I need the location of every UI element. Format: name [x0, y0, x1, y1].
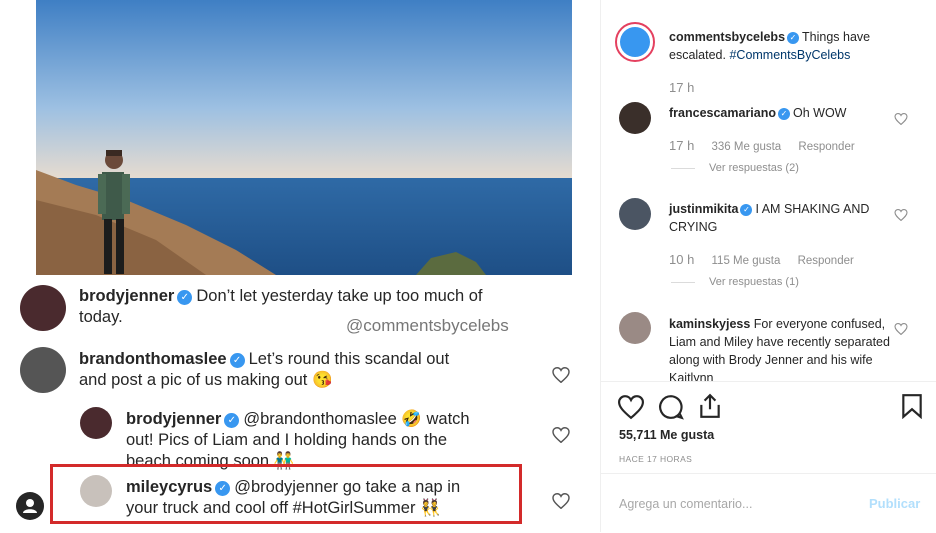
watermark: @commentsbycelebs [346, 316, 509, 335]
avatar[interactable] [619, 102, 651, 134]
reply-button[interactable]: Responder [798, 255, 854, 267]
comment: kaminskyjess For everyone confused, Liam… [669, 315, 891, 381]
avatar[interactable] [619, 198, 651, 230]
comments-list[interactable]: commentsbycelebs ✓ Things have escalated. … [601, 0, 936, 381]
comment-meta: 17 h 336 Me gusta Responder [669, 138, 869, 153]
comment-username: brandonthomaslee [79, 350, 227, 368]
comment-username[interactable]: francescamariano [669, 106, 776, 120]
highlight-box [50, 464, 522, 524]
verified-icon: ✓ [224, 413, 240, 428]
caption-username[interactable]: commentsbycelebs [669, 30, 785, 44]
caption-meta: 17 h [669, 80, 708, 95]
post-media: brodyjenner ✓ Don’t let yesterday take up … [0, 0, 600, 532]
verified-icon: ✓ [229, 353, 245, 368]
post-actions: 55,711 Me gusta HACE 17 HORAS [601, 381, 936, 470]
post-time-ago[interactable]: HACE 17 HORAS [619, 454, 692, 464]
comment-text: out! Pics of Liam and I holding hands on… [126, 431, 448, 449]
comment-input[interactable]: Agrega un comentario... [619, 497, 752, 511]
likes-count[interactable]: 55,711 Me gusta [619, 428, 714, 442]
comment-text: and post a pic of us making out 😘 [79, 371, 333, 389]
comment-likes[interactable]: 115 Me gusta [712, 255, 781, 267]
comment-time: 10 h [669, 252, 695, 267]
view-replies-button[interactable]: Ver respuestas (2) [709, 162, 799, 174]
caption-hashtag[interactable]: #CommentsByCelebs [729, 48, 850, 62]
comment-likes[interactable]: 336 Me gusta [712, 141, 782, 153]
comment-time: 17 h [669, 138, 695, 153]
view-replies-button[interactable]: Ver respuestas (1) [709, 276, 799, 288]
comment-text: today. [79, 308, 123, 326]
post-sidebar: commentsbycelebs ✓ Things have escalated. … [600, 0, 936, 532]
post-caption: commentsbycelebs ✓ Things have escalated. … [669, 28, 891, 64]
heart-icon[interactable] [894, 113, 908, 125]
verified-icon: ✓ [787, 32, 800, 44]
heart-icon[interactable] [894, 209, 908, 221]
comment-username: brodyjenner [79, 287, 175, 305]
heart-icon[interactable] [894, 323, 908, 335]
comment: justinmikita ✓ I AM SHAKING AND CRYING [669, 200, 891, 236]
comment: francescamariano ✓ Oh WOW [669, 104, 891, 122]
comment-text: Oh WOW [793, 106, 847, 120]
add-comment-bar: Agrega un comentario... Publicar [601, 473, 936, 533]
comment-text: Let’s round this scandal out [248, 350, 450, 368]
like-heart-icon[interactable] [618, 394, 644, 420]
comment-username[interactable]: justinmikita [669, 202, 738, 216]
comment-meta: 10 h 115 Me gusta Responder [669, 252, 868, 267]
avatar [20, 285, 66, 331]
avatar[interactable] [615, 22, 655, 62]
comment-username: brodyjenner [126, 410, 222, 428]
reply-button[interactable]: Responder [798, 141, 854, 153]
share-icon[interactable] [697, 393, 723, 419]
post-photo [36, 0, 572, 275]
verified-icon: ✓ [778, 108, 791, 120]
embedded-reply: brodyjenner ✓ @brandonthomaslee 🤣 watch ou… [126, 409, 546, 472]
embedded-comment: brandonthomaslee ✓ Let’s round this scanda… [79, 349, 549, 391]
heart-icon[interactable] [552, 493, 570, 509]
verified-icon: ✓ [740, 204, 753, 216]
avatar[interactable] [619, 312, 651, 344]
user-icon[interactable] [16, 492, 44, 520]
heart-icon[interactable] [552, 427, 570, 443]
comment-text: @brandonthomaslee 🤣 watch [243, 410, 470, 428]
comment-text: Don’t let yesterday take up too much of [196, 287, 483, 305]
bookmark-icon[interactable] [899, 393, 925, 419]
heart-icon[interactable] [552, 367, 570, 383]
comment-icon[interactable] [658, 394, 684, 420]
verified-icon: ✓ [177, 290, 193, 305]
avatar [20, 347, 66, 393]
avatar [80, 407, 112, 439]
caption-time: 17 h [669, 80, 695, 95]
comment-username[interactable]: kaminskyjess [669, 317, 750, 331]
beach-cliff-photo [36, 0, 572, 275]
publish-button[interactable]: Publicar [869, 496, 920, 511]
